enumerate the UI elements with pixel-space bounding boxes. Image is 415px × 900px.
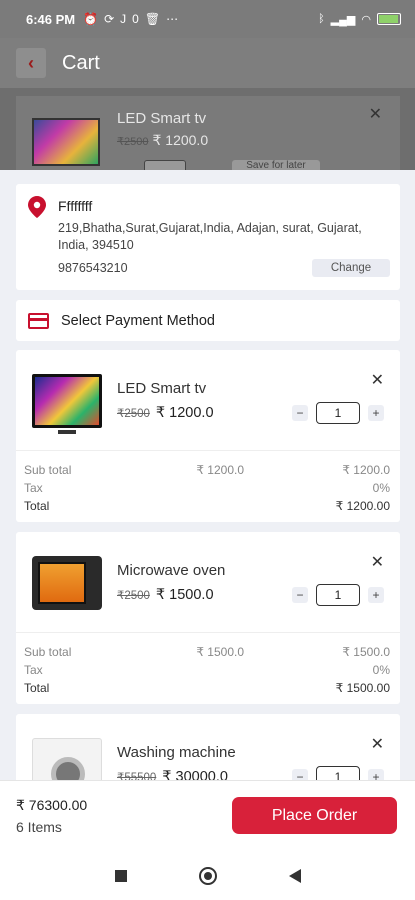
save-for-later-button: Save for later [232,160,320,170]
sub-total-row: Sub total ₹ 1200.0 ₹ 1200.0 [24,463,390,477]
item-old-price: ₹2500 [117,590,150,602]
background-new-price: ₹ 1200.0 [152,132,209,148]
sub-total-unit: ₹ 1500.0 [196,645,244,659]
quantity-stepper: − 1 + [292,402,384,424]
quantity-field[interactable]: 1 [316,402,360,424]
item-new-price: ₹ 1500.0 [155,587,214,603]
item-name: Washing machine [117,744,236,761]
close-icon: ✕ [368,106,382,123]
remove-item-icon[interactable]: ✕ [371,370,384,390]
cart-item: Washing machine ₹55500 ₹ 30000.0 ✕ − 1 + [16,714,400,780]
remove-item-icon[interactable]: ✕ [371,552,384,572]
more-icon: ⋯ [166,12,185,26]
quantity-stepper: − 1 + [292,584,384,606]
place-order-button[interactable]: Place Order [232,797,397,834]
tv-thumbnail [32,118,100,166]
back-icon[interactable] [288,869,301,883]
checkout-footer: ₹ 76300.00 6 Items Place Order [0,780,415,852]
total-row: Total ₹ 1200.00 [24,499,390,513]
total-row: Total ₹ 1500.00 [24,681,390,695]
increase-qty-button[interactable]: + [368,405,384,421]
page-title: Cart [62,51,100,74]
item-old-price: ₹2500 [117,408,150,420]
sub-total-label: Sub total [24,645,72,659]
tax-label: Tax [24,663,43,677]
cart-item: LED Smart tv ₹2500 ₹ 1200.0 ✕ − 1 + Sub t… [16,350,400,522]
sub-total-row: Sub total ₹ 1500.0 ₹ 1500.0 [24,645,390,659]
decrease-qty-button[interactable]: − [292,405,308,421]
tv-thumbnail [32,374,102,434]
recents-icon[interactable] [114,870,127,882]
tax-label: Tax [24,481,43,495]
alarm-icon: ⏰ [83,12,105,26]
background-qty [144,160,186,170]
total-label: Total [24,681,50,695]
tax-row: Tax 0% [24,481,390,495]
order-total: ₹ 76300.00 [16,797,88,813]
home-icon[interactable] [198,867,217,885]
tax-value: 0% [372,481,390,495]
sub-total-value: ₹ 1500.0 [342,645,390,659]
item-old-price: ₹55500 [117,772,157,780]
tax-value: 0% [372,663,390,677]
jio-icon: J0 [120,12,145,26]
status-time: 6:46 PM [26,11,76,27]
checkout-sheet: Ffffffff 219,Bhatha,Surat,Gujarat,India,… [0,170,415,780]
bluetooth-icon: ᛒ [318,13,325,25]
sub-total-unit: ₹ 1200.0 [196,463,244,477]
item-new-price: ₹ 1200.0 [155,405,214,421]
quantity-field[interactable]: 1 [316,766,360,780]
cart-item: Microwave oven ₹2500 ₹ 1500.0 ✕ − 1 + Sub… [16,532,400,704]
change-address-button[interactable]: Change [312,259,390,277]
wifi-icon: ◠ [361,13,371,26]
item-new-price: ₹ 30000.0 [162,769,228,780]
item-count: 6 Items [16,819,62,835]
background-item-price: ₹2500 ₹ 1200.0 [117,132,208,149]
divider [16,632,400,633]
background-item-name: LED Smart tv [117,110,207,127]
item-price: ₹2500 ₹ 1200.0 [117,405,214,421]
item-name: LED Smart tv [117,380,207,397]
background-old-price: ₹2500 [117,136,149,148]
total-value: ₹ 1500.00 [335,681,390,695]
remove-item-icon[interactable]: ✕ [371,734,384,754]
total-value: ₹ 1200.00 [335,499,390,513]
sub-total-label: Sub total [24,463,72,477]
sub-total-value: ₹ 1200.0 [342,463,390,477]
trash-icon: 🗑 [144,12,167,26]
address-name: Ffffffff [58,198,93,214]
item-price: ₹2500 ₹ 1500.0 [117,587,214,603]
divider [16,450,400,451]
quantity-field[interactable]: 1 [316,584,360,606]
credit-card-icon [28,312,49,329]
item-price: ₹55500 ₹ 30000.0 [117,769,228,780]
status-icons-right: ᛒ ▂▄▆ ◠ [318,13,401,26]
total-label: Total [24,499,50,513]
item-name: Microwave oven [117,562,226,579]
back-arrow-icon[interactable]: ‹ [16,48,46,78]
background-cart-item: LED Smart tv ₹2500 ₹ 1200.0 ✕ Save for la… [16,96,400,170]
signal-icon: ▂▄▆ [330,13,356,26]
status-icons-left: ⏰⟳J0🗑⋯ [83,12,184,26]
decrease-qty-button[interactable]: − [292,769,308,780]
quantity-stepper: − 1 + [292,766,384,780]
sync-icon: ⟳ [104,12,121,26]
address-line: 219,Bhatha,Surat,Gujarat,India, Adajan, … [58,221,362,252]
status-bar: 6:46 PM ⏰⟳J0🗑⋯ ᛒ ▂▄▆ ◠ [0,0,415,38]
washing-machine-thumbnail [32,738,102,780]
increase-qty-button[interactable]: + [368,769,384,780]
address-phone: 9876543210 [58,261,128,275]
address-card: Ffffffff 219,Bhatha,Surat,Gujarat,India,… [16,184,400,290]
oven-thumbnail [32,556,102,610]
increase-qty-button[interactable]: + [368,587,384,603]
tax-row: Tax 0% [24,663,390,677]
battery-icon [377,13,401,25]
system-nav-bar [0,852,415,900]
payment-method-label: Select Payment Method [61,312,215,329]
app-header: ‹ Cart [0,38,415,88]
location-pin-icon [28,196,46,218]
payment-method-selector[interactable]: Select Payment Method [16,300,400,341]
decrease-qty-button[interactable]: − [292,587,308,603]
